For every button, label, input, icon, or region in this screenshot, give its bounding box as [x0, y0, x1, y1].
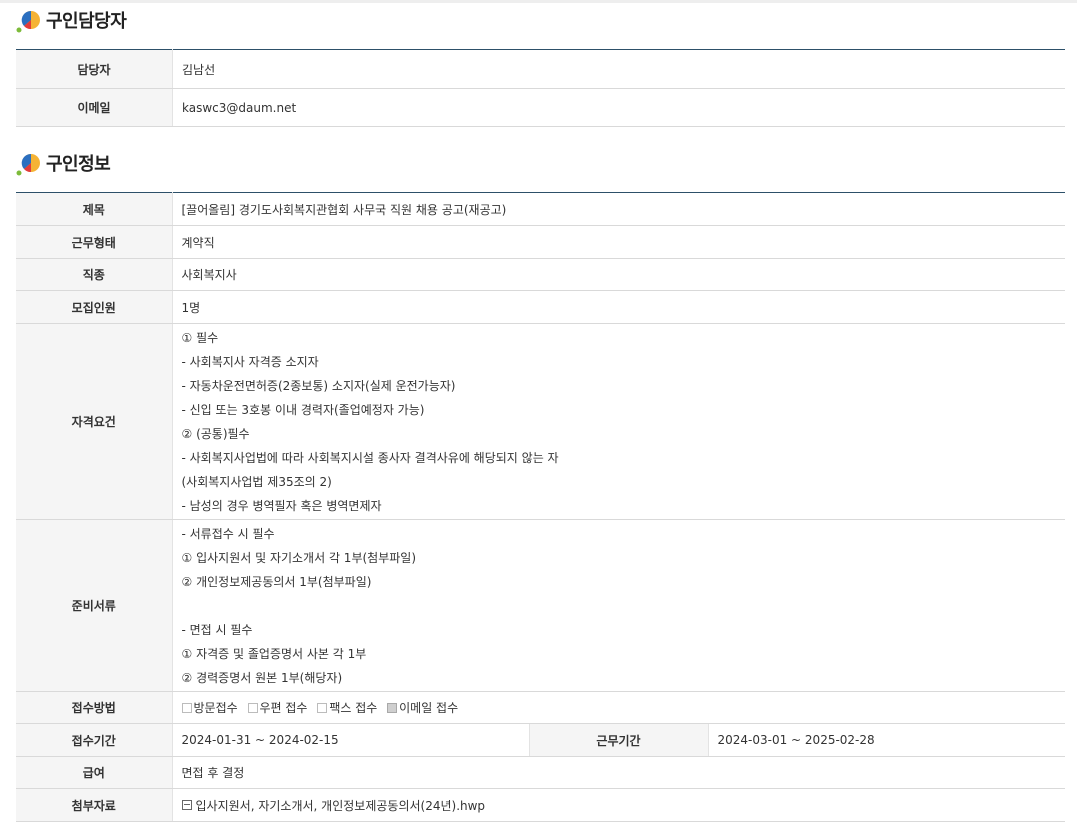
option-email: 이메일 접수	[387, 701, 458, 715]
table-row: 직종 사회복지사	[16, 258, 1065, 291]
option-label: 방문접수	[193, 701, 238, 715]
option-label: 우편 접수	[259, 701, 308, 715]
table-row: 접수방법 방문접수 우편 접수 팩스 접수 이메일 접수	[16, 691, 1065, 724]
section-logo-icon	[16, 150, 42, 176]
openings: 1명	[172, 290, 1065, 324]
section-title: 구인담당자	[46, 11, 127, 32]
row-label: 근무기간	[528, 723, 709, 757]
checked-checkbox-icon	[387, 702, 398, 713]
checkbox-icon	[317, 702, 328, 713]
row-label: 접수방법	[16, 691, 173, 724]
document-line: - 서류접수 시 필수	[181, 526, 275, 541]
table-row: 준비서류 - 서류접수 시 필수 ① 입사지원서 및 자기소개서 각 1부(첨부…	[16, 519, 1066, 692]
row-label: 이메일	[16, 88, 173, 127]
document-line: ① 입사지원서 및 자기소개서 각 1부(첨부파일)	[181, 550, 417, 565]
qualification-line: - 남성의 경우 병역필자 혹은 병역면제자	[181, 498, 382, 513]
qualification-line: (사회복지사업법 제35조의 2)	[181, 474, 332, 489]
application-methods: 방문접수 우편 접수 팩스 접수 이메일 접수	[172, 691, 1065, 724]
attachment-filename: 입사지원서, 자기소개서, 개인정보제공동의서(24년).hwp	[195, 798, 486, 813]
document-line: - 면접 시 필수	[181, 622, 253, 637]
row-label: 급여	[16, 756, 173, 789]
document-line: ② 개인정보제공동의서 1부(첨부파일)	[181, 574, 372, 589]
row-label: 모집인원	[16, 290, 173, 324]
row-label: 직종	[16, 258, 173, 291]
option-visit: 방문접수	[181, 701, 238, 715]
table-row: 이메일 kaswc3@daum.net	[16, 88, 1065, 127]
table-row: 급여 면접 후 결정	[16, 756, 1065, 789]
row-label: 근무형태	[16, 225, 173, 259]
qualification-line: - 사회복지사 자격증 소지자	[181, 354, 319, 369]
qualification-line: ① 필수	[181, 330, 219, 345]
row-label: 제목	[16, 192, 173, 226]
employment-type: 계약직	[172, 225, 1065, 259]
table-row: 제목 [끌어올림] 경기도사회복지관협회 사무국 직원 채용 공고(재공고)	[16, 192, 1065, 226]
option-label: 이메일 접수	[399, 701, 459, 715]
contact-email: kaswc3@daum.net	[172, 88, 1065, 127]
section-logo-icon	[16, 7, 42, 33]
document-line: ② 경력증명서 원본 1부(해당자)	[181, 670, 343, 685]
application-period: 2024-01-31 ~ 2024-02-15	[172, 723, 529, 757]
qualification-line: ② (공통)필수	[181, 426, 250, 441]
section-title: 구인정보	[46, 154, 111, 175]
checkbox-icon	[181, 702, 192, 713]
work-period: 2024-03-01 ~ 2025-02-28	[708, 723, 1065, 757]
attachment-cell: 입사지원서, 자기소개서, 개인정보제공동의서(24년).hwp	[172, 788, 1065, 822]
table-row: 담당자 김남선	[16, 49, 1065, 89]
checkbox-icon	[247, 702, 258, 713]
row-label: 준비서류	[16, 519, 173, 692]
qualification-line: - 자동차운전면허증(2종보통) 소지자(실제 운전가능자)	[181, 378, 456, 393]
row-label: 접수기간	[16, 723, 173, 757]
attachment-link[interactable]: 입사지원서, 자기소개서, 개인정보제공동의서(24년).hwp	[181, 798, 486, 813]
job-category: 사회복지사	[172, 258, 1065, 291]
section-header-job: 구인정보	[16, 148, 111, 178]
option-mail: 우편 접수	[247, 701, 308, 715]
file-icon	[181, 799, 192, 810]
documents-list: - 서류접수 시 필수 ① 입사지원서 및 자기소개서 각 1부(첨부파일) ②…	[172, 519, 1066, 692]
job-info-table: 제목 [끌어올림] 경기도사회복지관협회 사무국 직원 채용 공고(재공고) 근…	[16, 192, 1065, 822]
job-title: [끌어올림] 경기도사회복지관협회 사무국 직원 채용 공고(재공고)	[172, 192, 1065, 226]
contact-table: 담당자 김남선 이메일 kaswc3@daum.net	[16, 49, 1065, 127]
table-row: 모집인원 1명	[16, 290, 1065, 324]
row-label: 첨부자료	[16, 788, 173, 822]
table-row: 근무형태 계약직	[16, 225, 1065, 259]
salary: 면접 후 결정	[172, 756, 1065, 789]
row-label: 자격요건	[16, 323, 173, 520]
qualifications-list: ① 필수 - 사회복지사 자격증 소지자 - 자동차운전면허증(2종보통) 소지…	[172, 323, 1065, 520]
top-border	[0, 0, 1077, 3]
document-line: ① 자격증 및 졸업증명서 사본 각 1부	[181, 646, 367, 661]
section-header-contact: 구인담당자	[16, 5, 127, 35]
table-row: 접수기간 2024-01-31 ~ 2024-02-15 근무기간 2024-0…	[16, 723, 1065, 757]
option-label: 팩스 접수	[329, 701, 378, 715]
table-row: 자격요건 ① 필수 - 사회복지사 자격증 소지자 - 자동차운전면허증(2종보…	[16, 323, 1065, 520]
option-fax: 팩스 접수	[317, 701, 377, 715]
qualification-line: - 사회복지사업법에 따라 사회복지시설 종사자 결격사유에 해당되지 않는 자	[181, 450, 559, 465]
contact-name: 김남선	[172, 49, 1065, 89]
qualification-line: - 신입 또는 3호봉 이내 경력자(졸업예정자 가능)	[181, 402, 425, 417]
table-row: 첨부자료 입사지원서, 자기소개서, 개인정보제공동의서(24년).hwp	[16, 788, 1065, 822]
row-label: 담당자	[16, 49, 173, 89]
